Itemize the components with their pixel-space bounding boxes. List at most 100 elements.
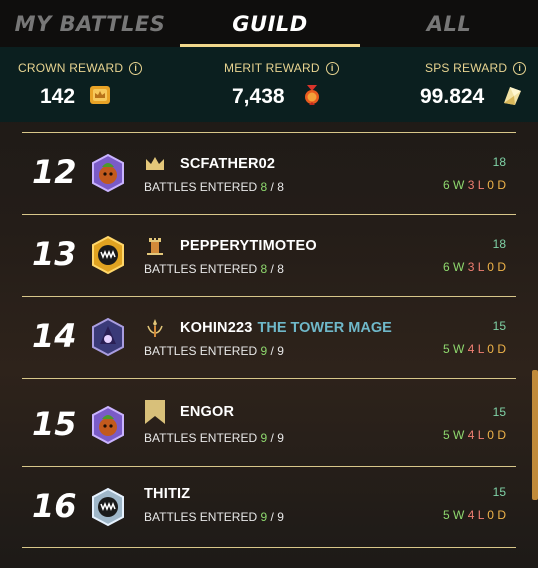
draws-label: D bbox=[497, 260, 506, 274]
sps-reward: SPS REWARD i 99.824 bbox=[360, 47, 538, 122]
info-icon[interactable]: i bbox=[129, 62, 143, 75]
player-name-line: PEPPERYTIMOTEO bbox=[144, 235, 322, 257]
player-name-line: THITIZ bbox=[144, 483, 195, 505]
player-name[interactable]: KOHIN223 bbox=[180, 320, 253, 336]
draws-count: 0 bbox=[487, 428, 494, 442]
win-loss-draw: 5 W 4 L 0 D bbox=[443, 428, 506, 442]
table-row[interactable]: 15 ENGOR BATTLES ENTERED 9 / 9 15 5 W 4 … bbox=[22, 378, 516, 466]
table-row[interactable]: 12 SCFATHER02 BATTLES ENTERED 8 / 8 18 6… bbox=[22, 132, 516, 214]
player-avatar-mage[interactable] bbox=[88, 317, 128, 357]
battles-total: 9 bbox=[277, 344, 284, 358]
crown-token-icon bbox=[90, 86, 110, 104]
losses-count: 4 bbox=[467, 508, 475, 522]
win-loss-draw: 6 W 3 L 0 D bbox=[443, 178, 506, 192]
battles-entered: BATTLES ENTERED 8 / 8 bbox=[144, 262, 284, 276]
mage-staff-icon bbox=[147, 319, 163, 337]
battles-total: 9 bbox=[277, 431, 284, 445]
merit-medal-icon bbox=[305, 85, 319, 105]
draws-count: 0 bbox=[487, 508, 494, 522]
battles-separator: / bbox=[270, 180, 274, 194]
sps-reward-value: 99.824 bbox=[420, 85, 485, 108]
losses-label: L bbox=[477, 342, 484, 356]
losses-label: L bbox=[477, 508, 484, 522]
losses-label: L bbox=[477, 260, 484, 274]
leaderboard-tabs: MY BATTLES GUILD ALL bbox=[0, 0, 538, 47]
info-icon[interactable]: i bbox=[325, 62, 339, 75]
table-row[interactable]: 13 PEPPERYTIMOTEO BATTLES ENTERED 8 / 8 … bbox=[22, 214, 516, 296]
battles-entered-count: 9 bbox=[260, 510, 268, 524]
table-row[interactable]: 16 THITIZ BATTLES ENTERED 9 / 9 15 5 W 4… bbox=[22, 466, 516, 548]
wins-label: W bbox=[453, 260, 465, 274]
scrollbar[interactable] bbox=[532, 370, 538, 500]
player-name[interactable]: ENGOR bbox=[180, 404, 234, 420]
rank-number: 13 bbox=[32, 235, 77, 273]
battles-entered: BATTLES ENTERED 9 / 9 bbox=[144, 431, 284, 445]
battles-entered-label: BATTLES ENTERED bbox=[144, 180, 258, 194]
player-name-line: KOHIN223 THE TOWER MAGE bbox=[144, 317, 392, 339]
battles-entered-count: 8 bbox=[260, 262, 268, 276]
player-name[interactable]: SCFATHER02 bbox=[180, 156, 275, 172]
merit-reward-label-text: MERIT REWARD bbox=[224, 61, 320, 75]
battles-total: 9 bbox=[277, 510, 284, 524]
draws-count: 0 bbox=[487, 260, 494, 274]
wins-count: 5 bbox=[442, 428, 450, 442]
player-score: 18 bbox=[492, 155, 506, 169]
battles-entered-label: BATTLES ENTERED bbox=[144, 262, 258, 276]
draws-label: D bbox=[497, 428, 506, 442]
battles-separator: / bbox=[270, 431, 274, 445]
win-loss-draw: 6 W 3 L 0 D bbox=[443, 260, 506, 274]
player-avatar-pumpkin[interactable] bbox=[88, 153, 128, 193]
player-name[interactable]: THITIZ bbox=[144, 486, 190, 502]
rank-number: 12 bbox=[32, 153, 77, 191]
player-score: 18 bbox=[492, 237, 506, 251]
wins-label: W bbox=[453, 342, 465, 356]
battles-entered-count: 9 bbox=[260, 344, 268, 358]
draws-label: D bbox=[497, 342, 506, 356]
player-name-line: SCFATHER02 bbox=[144, 153, 280, 175]
crown-reward-label: CROWN REWARD i bbox=[18, 61, 143, 75]
rank-number: 16 bbox=[32, 487, 77, 525]
table-row[interactable]: 14 KOHIN223 THE TOWER MAGE BATTLES ENTER… bbox=[22, 296, 516, 378]
wins-count: 6 bbox=[442, 178, 450, 192]
battles-total: 8 bbox=[277, 180, 284, 194]
losses-count: 4 bbox=[467, 342, 475, 356]
player-name[interactable]: PEPPERYTIMOTEO bbox=[180, 238, 317, 254]
rewards-panel: CROWN REWARD i 142 MERIT REWARD i 7,438 SP… bbox=[0, 47, 538, 122]
crown-reward-label-text: CROWN REWARD bbox=[18, 61, 124, 75]
battles-entered-label: BATTLES ENTERED bbox=[144, 344, 258, 358]
draws-label: D bbox=[497, 178, 506, 192]
player-name-line: ENGOR bbox=[144, 400, 239, 424]
battles-separator: / bbox=[270, 262, 274, 276]
player-avatar-monster-gold[interactable] bbox=[88, 235, 128, 275]
battles-entered: BATTLES ENTERED 9 / 9 bbox=[144, 510, 284, 524]
tab-guild[interactable]: GUILD bbox=[180, 0, 360, 47]
wins-count: 5 bbox=[442, 342, 450, 356]
battles-entered: BATTLES ENTERED 8 / 8 bbox=[144, 180, 284, 194]
battles-entered-label: BATTLES ENTERED bbox=[144, 510, 258, 524]
player-title: THE TOWER MAGE bbox=[257, 320, 392, 336]
tab-all[interactable]: ALL bbox=[360, 0, 538, 47]
losses-count: 3 bbox=[467, 178, 475, 192]
win-loss-draw: 5 W 4 L 0 D bbox=[443, 342, 506, 356]
info-icon[interactable]: i bbox=[513, 62, 527, 75]
crown-icon bbox=[146, 157, 164, 170]
win-loss-draw: 5 W 4 L 0 D bbox=[443, 508, 506, 522]
guild-leaderboard: 12 SCFATHER02 BATTLES ENTERED 8 / 8 18 6… bbox=[22, 132, 516, 548]
merit-reward-label: MERIT REWARD i bbox=[224, 61, 339, 75]
sps-crystal-icon bbox=[504, 87, 521, 105]
wins-label: W bbox=[453, 178, 465, 192]
sps-reward-label: SPS REWARD i bbox=[425, 61, 527, 75]
tower-icon bbox=[147, 238, 163, 255]
tab-my-battles[interactable]: MY BATTLES bbox=[0, 0, 180, 47]
draws-count: 0 bbox=[487, 178, 494, 192]
player-score: 15 bbox=[492, 485, 506, 499]
battles-entered-count: 9 bbox=[260, 431, 268, 445]
crown-reward: CROWN REWARD i 142 bbox=[0, 47, 180, 122]
player-avatar-pumpkin[interactable] bbox=[88, 405, 128, 445]
battles-separator: / bbox=[270, 510, 274, 524]
wins-label: W bbox=[453, 428, 465, 442]
player-avatar-monster-silver[interactable] bbox=[88, 487, 128, 527]
merit-reward: MERIT REWARD i 7,438 bbox=[180, 47, 360, 122]
draws-count: 0 bbox=[487, 342, 494, 356]
wins-label: W bbox=[453, 508, 465, 522]
